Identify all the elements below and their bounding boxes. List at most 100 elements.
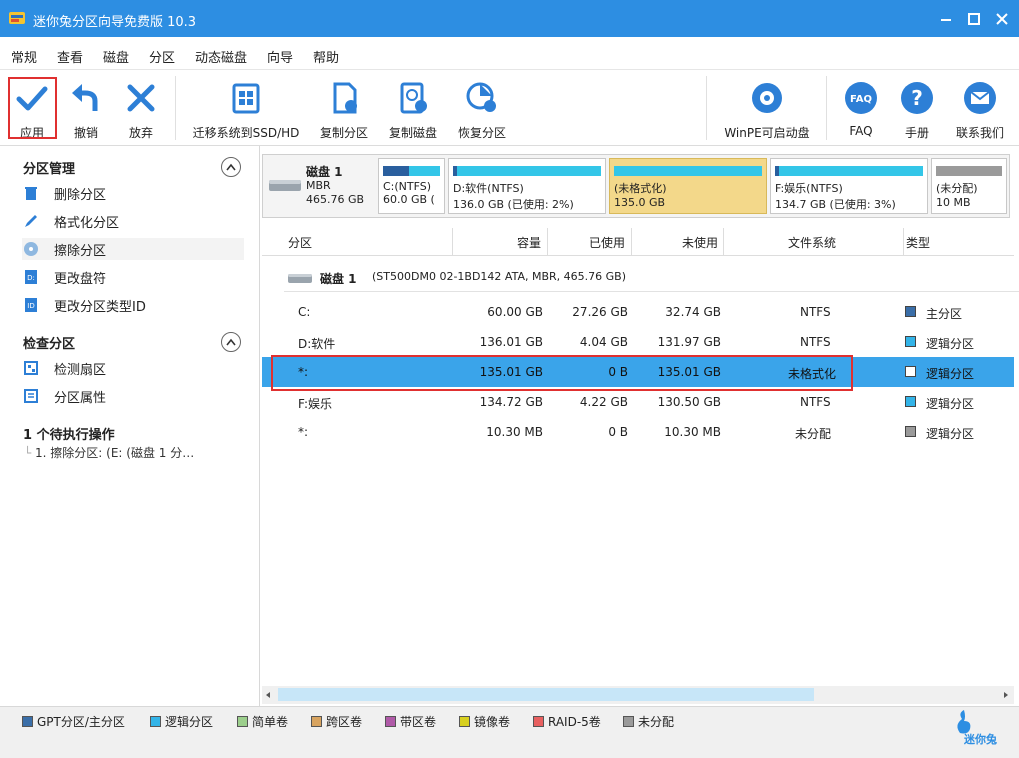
sidebar-item-label: 格式化分区 (54, 215, 120, 231)
migrate-os-button[interactable]: 迁移系统到SSD/HD (190, 70, 302, 142)
collapse-check-partition-button[interactable] (221, 332, 241, 352)
sidebar-item-delete-partition[interactable]: 删除分区 (22, 182, 244, 204)
sidebar-item-format-partition[interactable]: 格式化分区 (22, 210, 244, 232)
recover-partition-button[interactable]: 恢复分区 (451, 70, 513, 142)
cell-capacity: 60.00 GB (487, 305, 543, 319)
legend-bar: GPT分区/主分区 逻辑分区 简单卷 跨区卷 带区卷 镜像卷 RAID-5卷 未… (0, 706, 1019, 758)
close-button[interactable] (989, 6, 1015, 32)
menu-general[interactable]: 常规 (11, 47, 37, 66)
type-color-swatch (905, 306, 916, 317)
menu-partition[interactable]: 分区 (149, 47, 175, 66)
partition-block-unformatted[interactable]: (未格式化) 135.0 GB (609, 158, 767, 214)
properties-icon (24, 389, 38, 403)
menu-view[interactable]: 查看 (57, 47, 83, 66)
apply-highlight-box (8, 77, 57, 139)
menu-disk[interactable]: 磁盘 (103, 47, 129, 66)
legend-item: 简单卷 (237, 713, 288, 730)
manual-label: 手册 (904, 126, 929, 140)
legend-label: 带区卷 (400, 715, 437, 729)
cell-type: 逻辑分区 (926, 337, 975, 351)
column-divider (547, 228, 548, 255)
partition-block-c[interactable]: C:(NTFS) 60.0 GB ( (378, 158, 445, 214)
legend-item: 带区卷 (385, 713, 436, 730)
toolbar-separator (826, 76, 827, 140)
sidebar-item-change-type-id[interactable]: ID 更改分区类型ID (22, 294, 244, 316)
column-header-type[interactable]: 类型 (906, 234, 930, 251)
cell-unused: 130.50 GB (657, 395, 721, 409)
collapse-partition-management-button[interactable] (221, 157, 241, 177)
disk-type: MBR (306, 179, 331, 192)
winpe-bootable-button[interactable]: WinPE可启动盘 (718, 70, 816, 142)
disk-row[interactable]: 磁盘 1 (ST500DM0 02-1BD142 ATA, MBR, 465.7… (284, 262, 1019, 292)
legend-item: 跨区卷 (311, 713, 362, 730)
contact-us-label: 联系我们 (955, 126, 1004, 140)
undo-button[interactable]: 撤销 (64, 70, 108, 142)
toolbar-separator (706, 76, 707, 140)
partition-block-unallocated[interactable]: (未分配) 10 MB (931, 158, 1007, 214)
cell-type: 主分区 (926, 307, 963, 321)
menu-wizard[interactable]: 向导 (267, 47, 293, 66)
partition-block-label: D:软件(NTFS) (453, 182, 524, 195)
column-header-unused[interactable]: 未使用 (682, 234, 718, 251)
horizontal-scrollbar[interactable] (262, 686, 1014, 704)
sidebar-item-surface-test[interactable]: 检测扇区 (22, 357, 244, 379)
partition-block-f[interactable]: F:娱乐(NTFS) 134.7 GB (已使用: 3%) (770, 158, 928, 214)
partition-table-header: 分区 容量 已使用 未使用 文件系统 类型 (262, 227, 1014, 256)
legend-item: 镜像卷 (459, 713, 510, 730)
legend-swatch (623, 716, 634, 727)
cell-unused: 131.97 GB (657, 335, 721, 349)
undo-icon (72, 84, 98, 111)
column-header-filesystem[interactable]: 文件系统 (788, 234, 836, 251)
legend-label: 跨区卷 (326, 715, 363, 729)
partition-block-size: 134.7 GB (已使用: 3%) (775, 198, 896, 211)
table-row[interactable]: C: 60.00 GB 27.26 GB 32.74 GB NTFS 主分区 (262, 297, 1014, 327)
scrollbar-thumb[interactable] (278, 688, 814, 701)
scroll-left-icon[interactable] (264, 691, 272, 699)
sidebar-item-wipe-partition[interactable]: 擦除分区 (22, 238, 244, 260)
legend-swatch (385, 716, 396, 727)
pending-operation-item[interactable]: └ 1. 擦除分区: (E: (磁盘 1 分… (24, 444, 194, 461)
cell-used: 27.26 GB (572, 305, 628, 319)
section-partition-management: 分区管理 (23, 162, 76, 177)
scroll-right-icon[interactable] (1002, 691, 1010, 699)
legend-label: 镜像卷 (474, 715, 511, 729)
pending-operations-title: 1 个待执行操作 (23, 428, 115, 443)
chevron-up-icon (226, 338, 236, 346)
partition-usage-bar (936, 166, 1002, 176)
table-row[interactable]: *: 10.30 MB 0 B 10.30 MB 未分配 逻辑分区 (262, 417, 1014, 447)
menu-dynamic-disk[interactable]: 动态磁盘 (195, 47, 247, 66)
partition-usage-bar (614, 166, 762, 176)
disk-row-detail: (ST500DM0 02-1BD142 ATA, MBR, 465.76 GB) (372, 270, 626, 283)
minimize-icon (941, 19, 951, 21)
cell-unused: 32.74 GB (665, 305, 721, 319)
maximize-button[interactable] (961, 6, 987, 32)
table-row[interactable]: F:娱乐 134.72 GB 4.22 GB 130.50 GB NTFS 逻辑… (262, 387, 1014, 417)
brand-logo: 迷你兔 (950, 709, 1010, 753)
copy-partition-button[interactable]: 复制分区 (313, 70, 375, 142)
sidebar-item-change-letter[interactable]: D: 更改盘符 (22, 266, 244, 288)
sidebar-item-label: 检测扇区 (54, 362, 107, 378)
sidebar-item-properties[interactable]: 分区属性 (22, 385, 244, 407)
discard-button[interactable]: 放弃 (119, 70, 163, 142)
table-row[interactable]: D:软件 136.01 GB 4.04 GB 131.97 GB NTFS 逻辑… (262, 327, 1014, 357)
sidebar-item-label: 删除分区 (54, 187, 107, 203)
column-header-used[interactable]: 已使用 (589, 234, 625, 251)
column-header-partition[interactable]: 分区 (288, 234, 312, 251)
cell-partition: *: (298, 425, 309, 439)
copy-disk-button[interactable]: 复制磁盘 (382, 70, 444, 142)
help-question-icon: ? (901, 82, 933, 114)
copy-disk-label: 复制磁盘 (388, 126, 437, 140)
faq-button[interactable]: FAQ FAQ (840, 70, 882, 142)
contact-us-button[interactable]: 联系我们 (950, 70, 1010, 142)
menu-help[interactable]: 帮助 (313, 47, 339, 66)
sidebar-item-label: 擦除分区 (54, 243, 107, 259)
minimize-button[interactable] (933, 6, 959, 32)
sidebar-item-label: 更改盘符 (54, 271, 107, 287)
cell-type: 逻辑分区 (926, 397, 975, 411)
partition-block-d[interactable]: D:软件(NTFS) 136.0 GB (已使用: 2%) (448, 158, 606, 214)
mail-icon (964, 82, 996, 114)
manual-button[interactable]: ? 手册 (896, 70, 938, 142)
legend-label: 逻辑分区 (165, 715, 214, 729)
column-header-capacity[interactable]: 容量 (517, 234, 541, 251)
migrate-os-label: 迁移系统到SSD/HD (192, 126, 300, 140)
